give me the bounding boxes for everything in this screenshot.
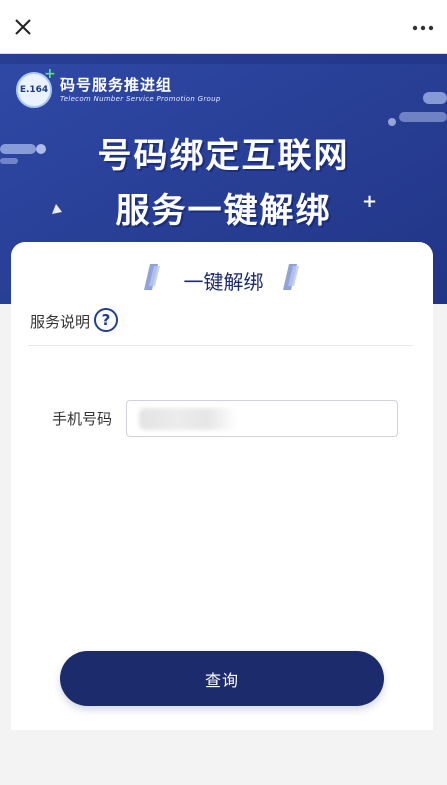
query-button[interactable]: 查询 [60,651,384,706]
phone-number-label: 手机号码 [52,410,113,428]
card-title: 一键解绑 [183,270,264,294]
headline-line1: 号码绑定互联网 [97,136,350,176]
top-bar [0,0,447,54]
phone-number-value-blurred [139,408,237,430]
divider [28,345,413,346]
service-description-label[interactable]: 服务说明 [30,311,90,332]
sparkle-plus-icon: + [362,191,378,212]
org-name-en: Telecom Number Service Promotion Group [60,95,221,103]
help-question-icon[interactable]: ? [94,308,118,332]
logo-plus-icon: + [44,66,56,82]
headline-line2: 服务一键解绑 [115,191,332,231]
more-dots-icon [412,25,434,31]
close-button[interactable] [8,12,38,42]
phone-number-input[interactable] [126,400,398,437]
org-name: 码号服务推进组 [60,76,173,94]
close-icon [15,19,31,35]
more-button[interactable] [409,12,437,42]
